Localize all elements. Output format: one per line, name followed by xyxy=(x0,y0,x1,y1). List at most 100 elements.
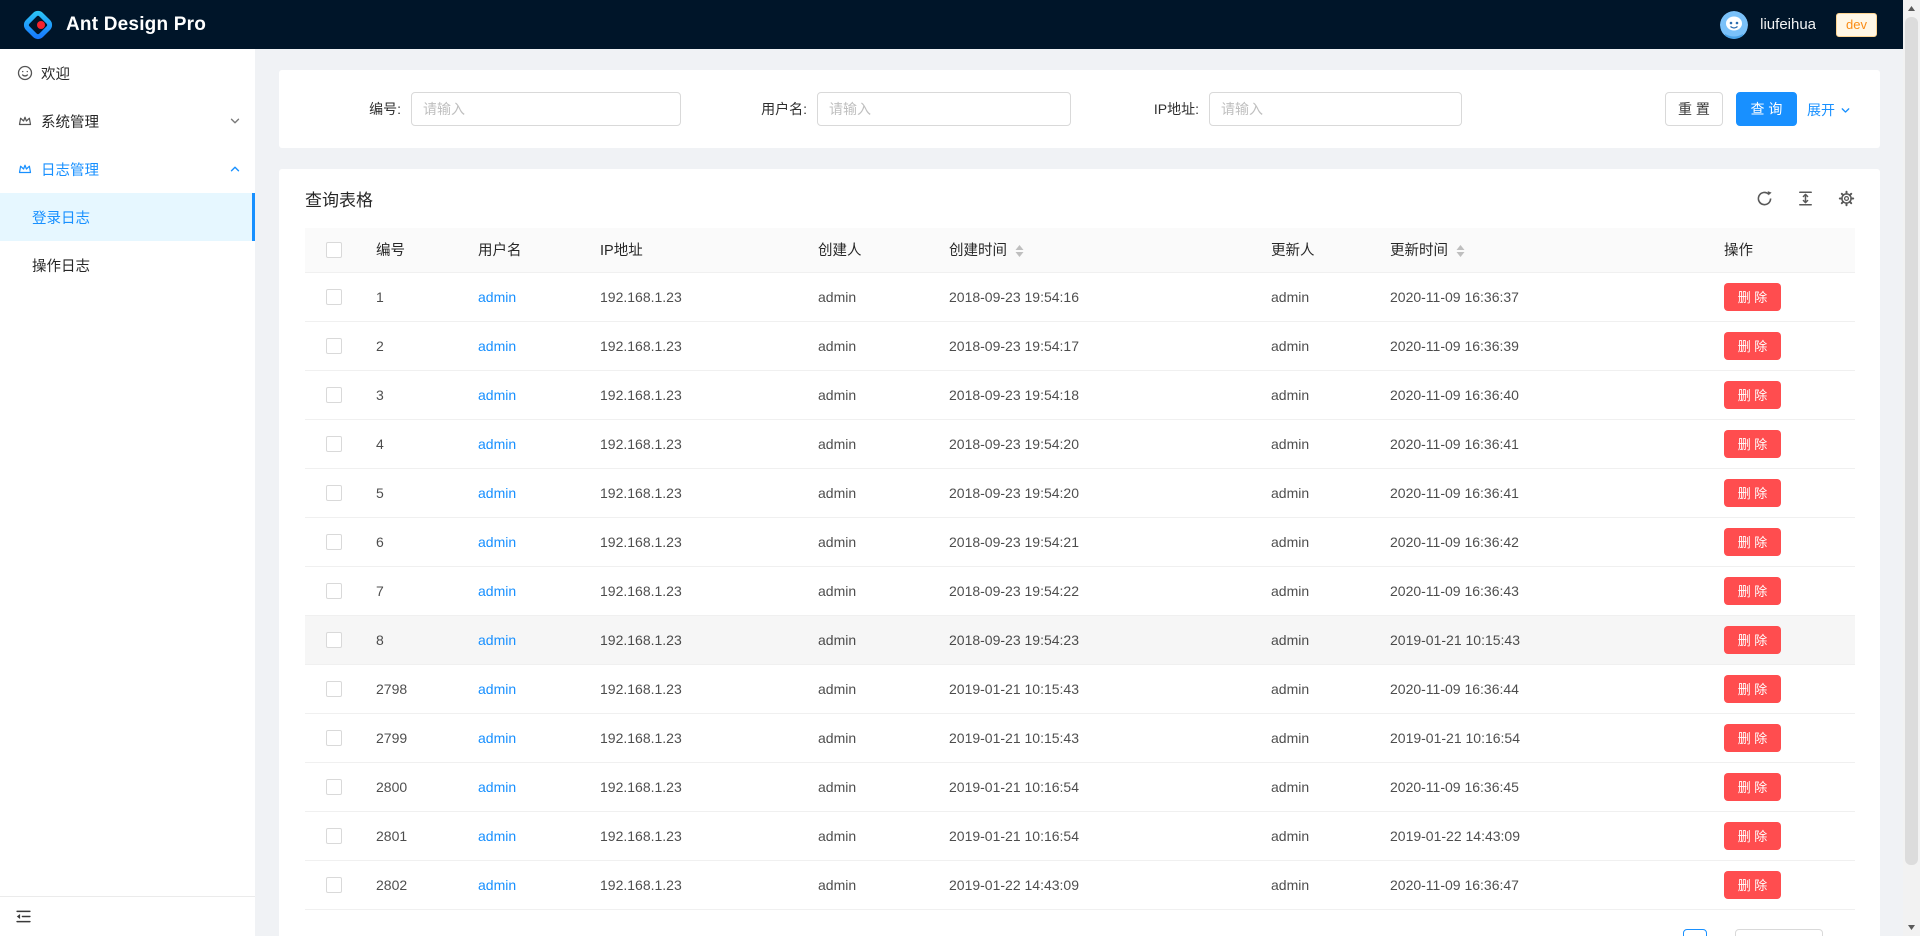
username-link[interactable]: admin xyxy=(478,779,516,795)
scrollbar-up-arrow[interactable] xyxy=(1903,0,1920,17)
row-checkbox[interactable] xyxy=(326,485,342,501)
sorter-caret-icon[interactable] xyxy=(1456,245,1465,257)
delete-button[interactable]: 删 除 xyxy=(1724,332,1781,360)
delete-button[interactable]: 删 除 xyxy=(1724,773,1781,801)
username-input[interactable] xyxy=(817,92,1071,126)
username-link[interactable]: admin xyxy=(478,534,516,550)
ip-field-label: IP地址: xyxy=(1079,99,1199,119)
page-scrollbar[interactable] xyxy=(1903,0,1920,936)
sidebar-item-login-log[interactable]: 登录日志 xyxy=(0,193,255,241)
sidebar-footer xyxy=(0,896,255,936)
row-checkbox[interactable] xyxy=(326,632,342,648)
row-checkbox[interactable] xyxy=(326,583,342,599)
delete-button[interactable]: 删 除 xyxy=(1724,528,1781,556)
table-title: 查询表格 xyxy=(305,186,373,211)
pagination-active-page[interactable] xyxy=(1683,929,1707,936)
cell-created-time: 2018-09-23 19:54:16 xyxy=(934,272,1256,321)
table-body: 1 admin 192.168.1.23 admin 2018-09-23 19… xyxy=(305,272,1855,909)
scrollbar-thumb[interactable] xyxy=(1905,17,1918,865)
row-checkbox[interactable] xyxy=(326,828,342,844)
log-table: 编号 用户名 IP地址 创建人 创建时间 更新人 更新时间 操作 1 admin xyxy=(305,228,1855,910)
username-link[interactable]: admin xyxy=(478,338,516,354)
user-avatar[interactable] xyxy=(1720,11,1748,39)
cell-updated-time: 2020-11-09 16:36:45 xyxy=(1375,762,1709,811)
column-height-icon[interactable] xyxy=(1797,190,1814,207)
row-checkbox[interactable] xyxy=(326,730,342,746)
row-checkbox[interactable] xyxy=(326,681,342,697)
sorter-caret-icon[interactable] xyxy=(1015,245,1024,257)
row-checkbox[interactable] xyxy=(326,877,342,893)
crown-icon xyxy=(17,113,33,129)
settings-gear-icon[interactable] xyxy=(1838,190,1855,207)
cell-updater: admin xyxy=(1256,811,1375,860)
row-checkbox[interactable] xyxy=(326,534,342,550)
username-link[interactable]: admin xyxy=(478,583,516,599)
row-checkbox[interactable] xyxy=(326,387,342,403)
sidebar-item-welcome[interactable]: 欢迎 xyxy=(0,49,255,97)
query-button[interactable]: 查 询 xyxy=(1736,92,1797,126)
env-tag: dev xyxy=(1836,13,1877,37)
sidebar-item-log-management[interactable]: 日志管理 xyxy=(0,145,255,193)
delete-button[interactable]: 删 除 xyxy=(1724,822,1781,850)
expand-link[interactable]: 展开 xyxy=(1807,100,1851,120)
column-header-created[interactable]: 创建时间 xyxy=(934,228,1256,272)
username-link[interactable]: admin xyxy=(478,877,516,893)
username-link[interactable]: admin xyxy=(478,485,516,501)
column-header-creator: 创建人 xyxy=(803,228,934,272)
username-link[interactable]: admin xyxy=(478,436,516,452)
delete-button[interactable]: 删 除 xyxy=(1724,479,1781,507)
row-checkbox[interactable] xyxy=(326,338,342,354)
sidebar-item-operation-log[interactable]: 操作日志 xyxy=(0,241,255,289)
delete-button[interactable]: 删 除 xyxy=(1724,626,1781,654)
column-header-updated[interactable]: 更新时间 xyxy=(1375,228,1709,272)
sidebar-item-system-management[interactable]: 系统管理 xyxy=(0,97,255,145)
app-header: Ant Design Pro liufeihua dev xyxy=(0,0,1903,49)
cell-created-time: 2019-01-21 10:16:54 xyxy=(934,762,1256,811)
cell-creator: admin xyxy=(803,272,934,321)
delete-button[interactable]: 删 除 xyxy=(1724,724,1781,752)
reset-button[interactable]: 重 置 xyxy=(1665,92,1723,126)
cell-creator: admin xyxy=(803,762,934,811)
username-link[interactable]: admin xyxy=(478,730,516,746)
pagination-size-select[interactable] xyxy=(1735,929,1823,936)
scrollbar-down-arrow[interactable] xyxy=(1903,919,1920,936)
reload-icon[interactable] xyxy=(1756,190,1773,207)
cell-updated-time: 2020-11-09 16:36:43 xyxy=(1375,566,1709,615)
cell-creator: admin xyxy=(803,566,934,615)
sidebar-subitem-label: 登录日志 xyxy=(32,207,90,228)
username-link[interactable]: admin xyxy=(478,632,516,648)
table-row: 2802 admin 192.168.1.23 admin 2019-01-22… xyxy=(305,860,1855,909)
cell-created-time: 2018-09-23 19:54:20 xyxy=(934,468,1256,517)
id-input[interactable] xyxy=(411,92,681,126)
select-all-checkbox[interactable] xyxy=(326,242,342,258)
table-row: 2801 admin 192.168.1.23 admin 2019-01-21… xyxy=(305,811,1855,860)
username-link[interactable]: admin xyxy=(478,828,516,844)
row-checkbox[interactable] xyxy=(326,436,342,452)
cell-id: 1 xyxy=(361,272,463,321)
crown-icon xyxy=(17,161,33,177)
table-row: 5 admin 192.168.1.23 admin 2018-09-23 19… xyxy=(305,468,1855,517)
ip-input[interactable] xyxy=(1209,92,1462,126)
logo[interactable]: Ant Design Pro xyxy=(22,9,206,41)
delete-button[interactable]: 删 除 xyxy=(1724,675,1781,703)
delete-button[interactable]: 删 除 xyxy=(1724,430,1781,458)
row-checkbox[interactable] xyxy=(326,779,342,795)
delete-button[interactable]: 删 除 xyxy=(1724,381,1781,409)
user-name[interactable]: liufeihua xyxy=(1760,16,1816,33)
delete-button[interactable]: 删 除 xyxy=(1724,283,1781,311)
username-link[interactable]: admin xyxy=(478,289,516,305)
cell-updated-time: 2020-11-09 16:36:37 xyxy=(1375,272,1709,321)
cell-created-time: 2018-09-23 19:54:17 xyxy=(934,321,1256,370)
logo-icon xyxy=(22,9,54,41)
row-checkbox[interactable] xyxy=(326,289,342,305)
delete-button[interactable]: 删 除 xyxy=(1724,577,1781,605)
table-row: 2 admin 192.168.1.23 admin 2018-09-23 19… xyxy=(305,321,1855,370)
username-link[interactable]: admin xyxy=(478,681,516,697)
delete-button[interactable]: 删 除 xyxy=(1724,871,1781,899)
cell-creator: admin xyxy=(803,468,934,517)
cell-updater: admin xyxy=(1256,517,1375,566)
cell-created-time: 2018-09-23 19:54:18 xyxy=(934,370,1256,419)
table-row: 1 admin 192.168.1.23 admin 2018-09-23 19… xyxy=(305,272,1855,321)
menu-fold-icon[interactable] xyxy=(15,908,32,925)
username-link[interactable]: admin xyxy=(478,387,516,403)
